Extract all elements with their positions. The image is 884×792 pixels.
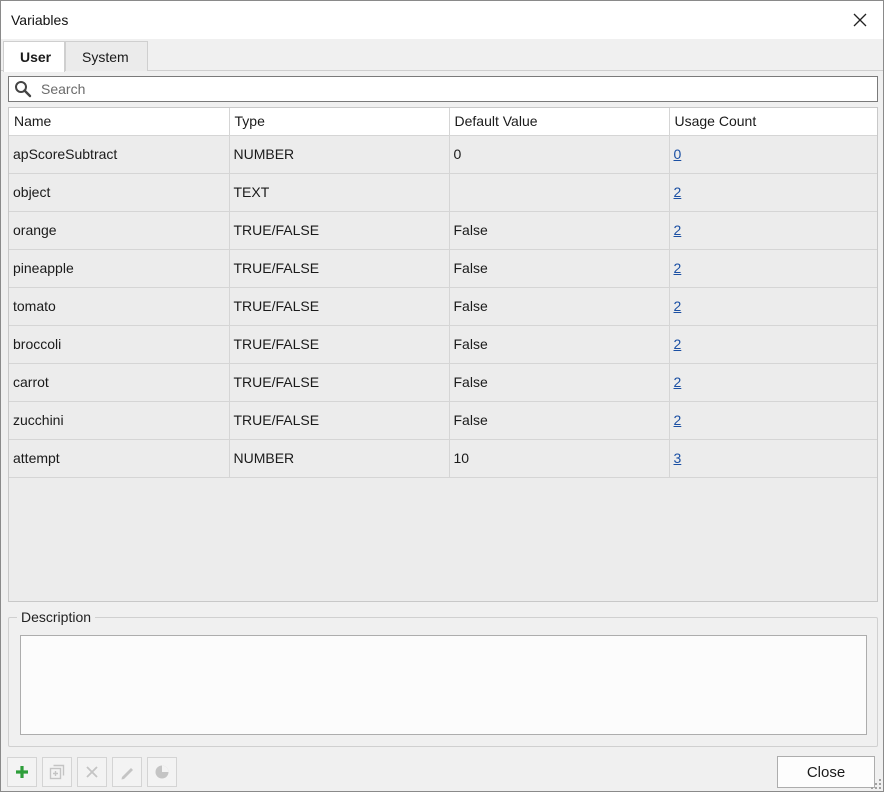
cell-type: TRUE/FALSE (229, 287, 450, 326)
cell-usage-count: 2 (669, 363, 877, 402)
cell-type: TRUE/FALSE (229, 401, 450, 440)
table-row[interactable]: zucchini TRUE/FALSE False 2 (9, 401, 877, 440)
cell-type: TRUE/FALSE (229, 363, 450, 402)
cell-default-value: False (449, 211, 670, 250)
cell-default-value: False (449, 363, 670, 402)
cell-default-value: False (449, 249, 670, 288)
column-header-type[interactable]: Type (229, 108, 450, 136)
usage-count-link[interactable]: 2 (674, 374, 682, 390)
cell-type: TRUE/FALSE (229, 211, 450, 250)
delete-variable-button[interactable] (77, 757, 107, 787)
usage-count-link[interactable]: 2 (674, 222, 682, 238)
usage-count-link[interactable]: 2 (674, 298, 682, 314)
cell-type: TEXT (229, 173, 450, 212)
description-field[interactable] (20, 635, 867, 735)
usage-count-link[interactable]: 3 (674, 450, 682, 466)
tab-user[interactable]: User (3, 41, 65, 72)
usage-pie-icon (155, 765, 169, 779)
cell-name: attempt (9, 439, 230, 478)
usage-count-link[interactable]: 2 (674, 412, 682, 428)
description-label: Description (17, 609, 96, 625)
close-button[interactable]: Close (777, 756, 875, 788)
cell-usage-count: 2 (669, 211, 877, 250)
cell-name: tomato (9, 287, 230, 326)
usage-count-link[interactable]: 2 (674, 184, 682, 200)
table-header-row: Name Type Default Value Usage Count (9, 108, 877, 136)
table-row[interactable]: tomato TRUE/FALSE False 2 (9, 287, 877, 326)
bottom-toolbar: Close (1, 753, 883, 791)
cell-usage-count: 0 (669, 135, 877, 174)
table-row[interactable]: broccoli TRUE/FALSE False 2 (9, 325, 877, 364)
close-window-button[interactable] (837, 1, 883, 39)
cell-type: NUMBER (229, 135, 450, 174)
variables-dialog: Variables User System Name Type Def (0, 0, 884, 792)
cell-default-value: False (449, 401, 670, 440)
cell-name: broccoli (9, 325, 230, 364)
cell-type: TRUE/FALSE (229, 325, 450, 364)
tab-system[interactable]: System (65, 41, 148, 71)
search-input[interactable] (39, 78, 869, 100)
edit-icon (121, 768, 133, 780)
column-header-default-value[interactable]: Default Value (449, 108, 670, 136)
table-row[interactable]: carrot TRUE/FALSE False 2 (9, 363, 877, 402)
cell-name: pineapple (9, 249, 230, 288)
cell-default-value: False (449, 287, 670, 326)
table-row[interactable]: object TEXT 2 (9, 173, 877, 212)
table-row[interactable]: apScoreSubtract NUMBER 0 0 (9, 135, 877, 174)
duplicate-variable-button[interactable] (42, 757, 72, 787)
cell-default-value (449, 173, 670, 212)
usage-count-link[interactable]: 0 (674, 146, 682, 162)
duplicate-icon (49, 764, 65, 780)
table-row[interactable]: attempt NUMBER 10 3 (9, 439, 877, 478)
add-icon (16, 766, 28, 778)
cell-name: zucchini (9, 401, 230, 440)
cell-usage-count: 3 (669, 439, 877, 478)
edit-variable-button[interactable] (112, 757, 142, 787)
title-bar: Variables (1, 1, 883, 39)
close-icon (853, 13, 867, 27)
cell-usage-count: 2 (669, 325, 877, 364)
description-group: Description (8, 609, 878, 747)
cell-type: NUMBER (229, 439, 450, 478)
cell-type: TRUE/FALSE (229, 249, 450, 288)
table-row[interactable]: orange TRUE/FALSE False 2 (9, 211, 877, 250)
cell-usage-count: 2 (669, 173, 877, 212)
tab-bar: User System (1, 39, 883, 72)
cell-name: object (9, 173, 230, 212)
cell-usage-count: 2 (669, 249, 877, 288)
resize-grip-icon[interactable] (871, 779, 881, 789)
search-box (8, 76, 878, 102)
search-icon (15, 81, 32, 98)
cell-default-value: False (449, 325, 670, 364)
cell-usage-count: 2 (669, 401, 877, 440)
delete-icon (86, 766, 98, 778)
variables-table: Name Type Default Value Usage Count apSc… (8, 107, 878, 602)
add-variable-button[interactable] (7, 757, 37, 787)
usage-button[interactable] (147, 757, 177, 787)
cell-default-value: 0 (449, 135, 670, 174)
column-header-name[interactable]: Name (9, 108, 230, 136)
cell-name: carrot (9, 363, 230, 402)
cell-name: orange (9, 211, 230, 250)
dialog-title: Variables (11, 12, 69, 28)
usage-count-link[interactable]: 2 (674, 260, 682, 276)
table-row[interactable]: pineapple TRUE/FALSE False 2 (9, 249, 877, 288)
column-header-usage-count[interactable]: Usage Count (669, 108, 877, 136)
cell-default-value: 10 (449, 439, 670, 478)
cell-name: apScoreSubtract (9, 135, 230, 174)
cell-usage-count: 2 (669, 287, 877, 326)
usage-count-link[interactable]: 2 (674, 336, 682, 352)
